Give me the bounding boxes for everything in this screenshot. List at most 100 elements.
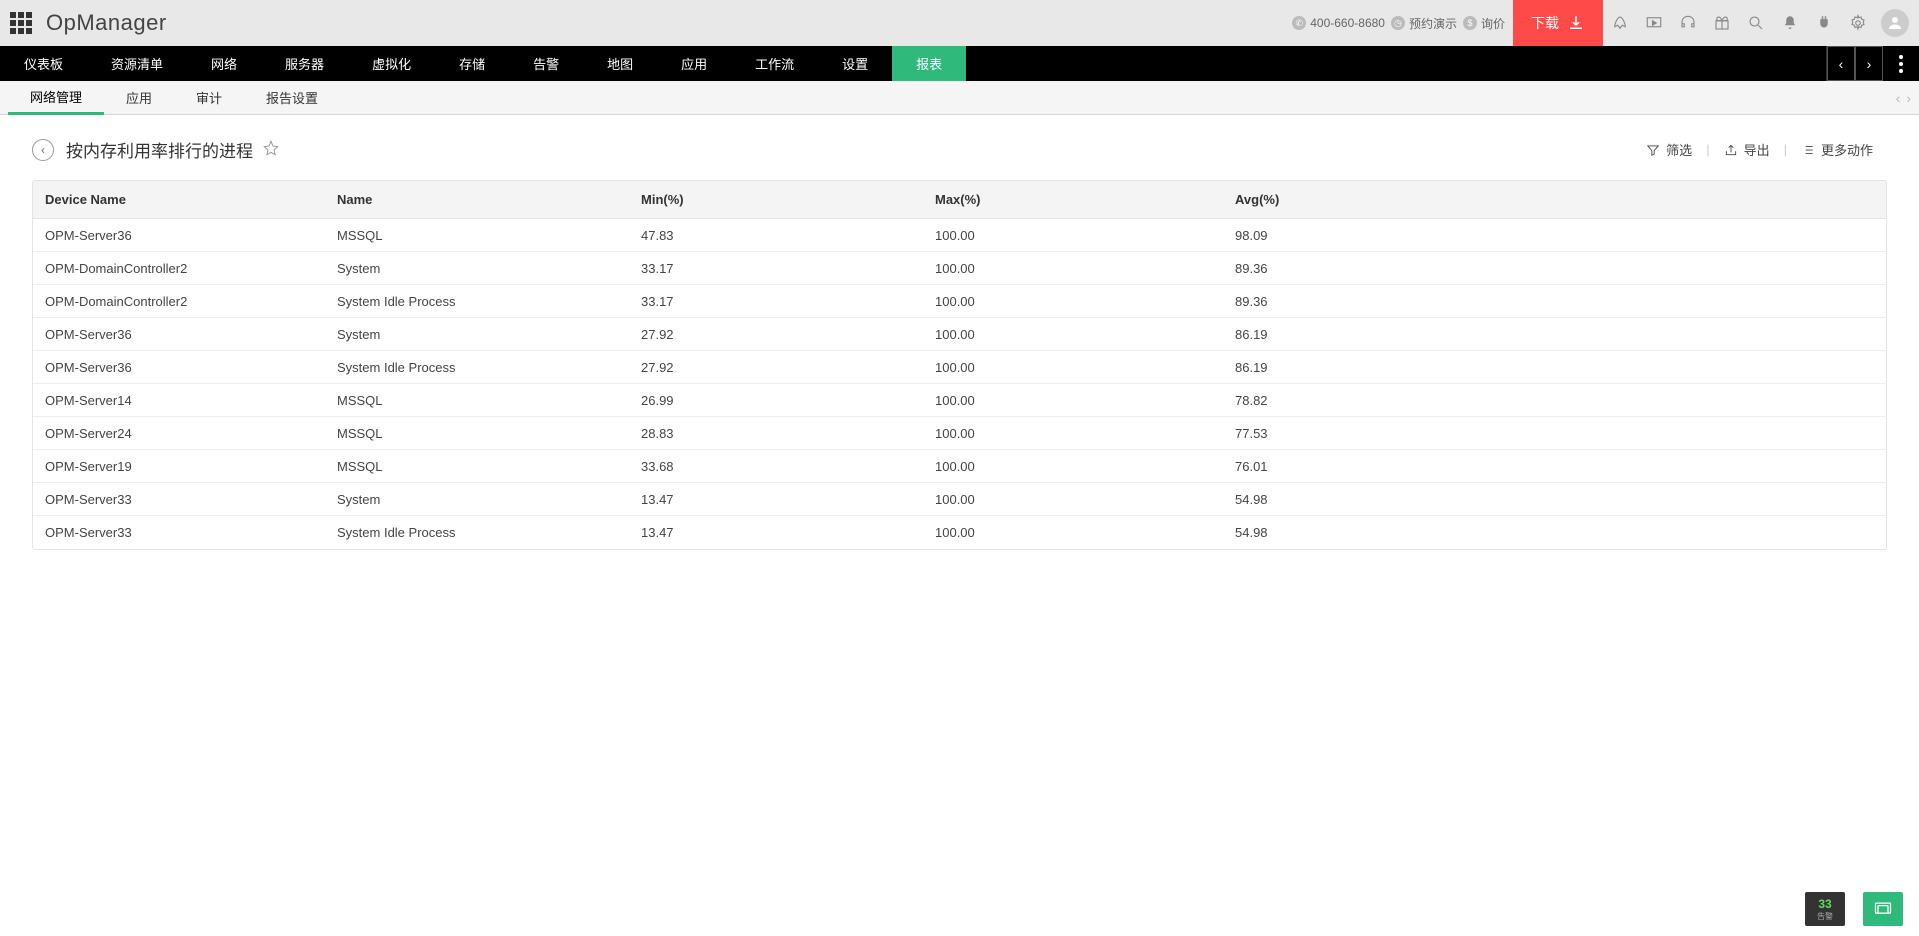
cell-device: OPM-Server14 (33, 393, 337, 408)
plug-icon[interactable] (1807, 0, 1841, 46)
nav-prev[interactable]: ‹ (1827, 46, 1855, 81)
toolbar-icons (1603, 0, 1909, 46)
cell-device: OPM-Server19 (33, 459, 337, 474)
main-nav-item[interactable]: 设置 (818, 46, 892, 81)
cell-device: OPM-Server33 (33, 525, 337, 540)
cell-avg: 86.19 (1235, 360, 1886, 375)
cell-name: MSSQL (337, 228, 641, 243)
presentation-icon[interactable] (1637, 0, 1671, 46)
chat-icon (1873, 899, 1893, 919)
col-header-min[interactable]: Min(%) (641, 192, 935, 207)
cell-max: 100.00 (935, 327, 1235, 342)
cell-max: 100.00 (935, 393, 1235, 408)
col-header-device[interactable]: Device Name (33, 192, 337, 207)
price-link[interactable]: $ 询价 (1463, 15, 1505, 32)
cell-device: OPM-Server36 (33, 327, 337, 342)
cell-name: MSSQL (337, 426, 641, 441)
cell-max: 100.00 (935, 228, 1235, 243)
cell-min: 33.17 (641, 294, 935, 309)
cell-min: 28.83 (641, 426, 935, 441)
demo-label: 预约演示 (1409, 15, 1457, 32)
cell-name: System Idle Process (337, 525, 641, 540)
main-nav-item[interactable]: 地图 (583, 46, 657, 81)
main-nav-item[interactable]: 存储 (435, 46, 509, 81)
main-nav-item[interactable]: 工作流 (731, 46, 818, 81)
header-right: ✆ 400-660-8680 ◷ 预约演示 $ 询价 下载 (1292, 0, 1909, 46)
cell-min: 33.17 (641, 261, 935, 276)
more-label: 更多动作 (1821, 140, 1873, 159)
table-row[interactable]: OPM-Server36System Idle Process27.92100.… (33, 351, 1886, 384)
data-table: Device Name Name Min(%) Max(%) Avg(%) OP… (32, 180, 1887, 550)
main-nav-item[interactable]: 资源清单 (87, 46, 187, 81)
nav-next[interactable]: › (1855, 46, 1883, 81)
alert-badge[interactable]: 33 告警 (1805, 892, 1845, 926)
table-row[interactable]: OPM-Server36System27.92100.0086.19 (33, 318, 1886, 351)
table-row[interactable]: OPM-Server36MSSQL47.83100.0098.09 (33, 219, 1886, 252)
main-nav-item[interactable]: 应用 (657, 46, 731, 81)
list-icon (1801, 143, 1815, 157)
chat-button[interactable] (1863, 892, 1903, 926)
cell-device: OPM-Server36 (33, 360, 337, 375)
main-nav-item[interactable]: 报表 (892, 46, 966, 81)
user-avatar[interactable] (1881, 9, 1909, 37)
table-row[interactable]: OPM-Server14MSSQL26.99100.0078.82 (33, 384, 1886, 417)
sub-nav-arrows: ‹ › (1896, 90, 1911, 106)
main-nav-item[interactable]: 仪表板 (0, 46, 87, 81)
cell-avg: 86.19 (1235, 327, 1886, 342)
filter-action[interactable]: 筛选 (1632, 140, 1706, 159)
cell-avg: 54.98 (1235, 492, 1886, 507)
bell-icon[interactable] (1773, 0, 1807, 46)
cell-name: System Idle Process (337, 360, 641, 375)
phone-contact[interactable]: ✆ 400-660-8680 (1292, 16, 1385, 30)
search-icon[interactable] (1739, 0, 1773, 46)
nav-menu-icon[interactable] (1883, 46, 1919, 81)
favorite-star-icon[interactable] (263, 140, 279, 159)
col-header-max[interactable]: Max(%) (935, 192, 1235, 207)
cell-min: 47.83 (641, 228, 935, 243)
back-button[interactable]: ‹ (32, 139, 54, 161)
cell-min: 13.47 (641, 525, 935, 540)
page-actions: 筛选 | 导出 | 更多动作 (1632, 140, 1887, 159)
cell-max: 100.00 (935, 360, 1235, 375)
gift-icon[interactable] (1705, 0, 1739, 46)
cell-avg: 98.09 (1235, 228, 1886, 243)
main-nav-item[interactable]: 服务器 (261, 46, 348, 81)
sub-nav-item[interactable]: 应用 (104, 81, 174, 115)
calendar-icon: ◷ (1391, 16, 1405, 30)
sub-nav-item[interactable]: 报告设置 (244, 81, 340, 115)
sub-nav-prev[interactable]: ‹ (1896, 90, 1901, 106)
more-action[interactable]: 更多动作 (1787, 140, 1887, 159)
gear-icon[interactable] (1841, 0, 1875, 46)
cell-min: 33.68 (641, 459, 935, 474)
cell-min: 13.47 (641, 492, 935, 507)
sub-nav-item[interactable]: 审计 (174, 81, 244, 115)
brand-logo: OpManager (46, 10, 167, 36)
col-header-avg[interactable]: Avg(%) (1235, 192, 1886, 207)
table-row[interactable]: OPM-DomainController2System33.17100.0089… (33, 252, 1886, 285)
download-button[interactable]: 下载 (1513, 0, 1603, 46)
table-row[interactable]: OPM-Server33System13.47100.0054.98 (33, 483, 1886, 516)
demo-link[interactable]: ◷ 预约演示 (1391, 15, 1457, 32)
download-label: 下载 (1531, 13, 1559, 33)
main-nav-item[interactable]: 虚拟化 (348, 46, 435, 81)
nav-arrows: ‹ › (1826, 46, 1883, 81)
table-row[interactable]: OPM-Server19MSSQL33.68100.0076.01 (33, 450, 1886, 483)
rocket-icon[interactable] (1603, 0, 1637, 46)
apps-grid-icon[interactable] (10, 12, 32, 34)
cell-min: 27.92 (641, 327, 935, 342)
col-header-name[interactable]: Name (337, 192, 641, 207)
cell-name: System (337, 261, 641, 276)
page-title: 按内存利用率排行的进程 (66, 137, 253, 162)
main-nav-item[interactable]: 网络 (187, 46, 261, 81)
headset-icon[interactable] (1671, 0, 1705, 46)
main-nav-item[interactable]: 告警 (509, 46, 583, 81)
table-row[interactable]: OPM-Server33System Idle Process13.47100.… (33, 516, 1886, 549)
top-header: OpManager ✆ 400-660-8680 ◷ 预约演示 $ 询价 下载 (0, 0, 1919, 46)
export-action[interactable]: 导出 (1710, 140, 1784, 159)
sub-nav-item[interactable]: 网络管理 (8, 81, 104, 115)
cell-name: System (337, 492, 641, 507)
sub-nav-next[interactable]: › (1906, 90, 1911, 106)
table-row[interactable]: OPM-DomainController2System Idle Process… (33, 285, 1886, 318)
table-row[interactable]: OPM-Server24MSSQL28.83100.0077.53 (33, 417, 1886, 450)
cell-avg: 89.36 (1235, 261, 1886, 276)
